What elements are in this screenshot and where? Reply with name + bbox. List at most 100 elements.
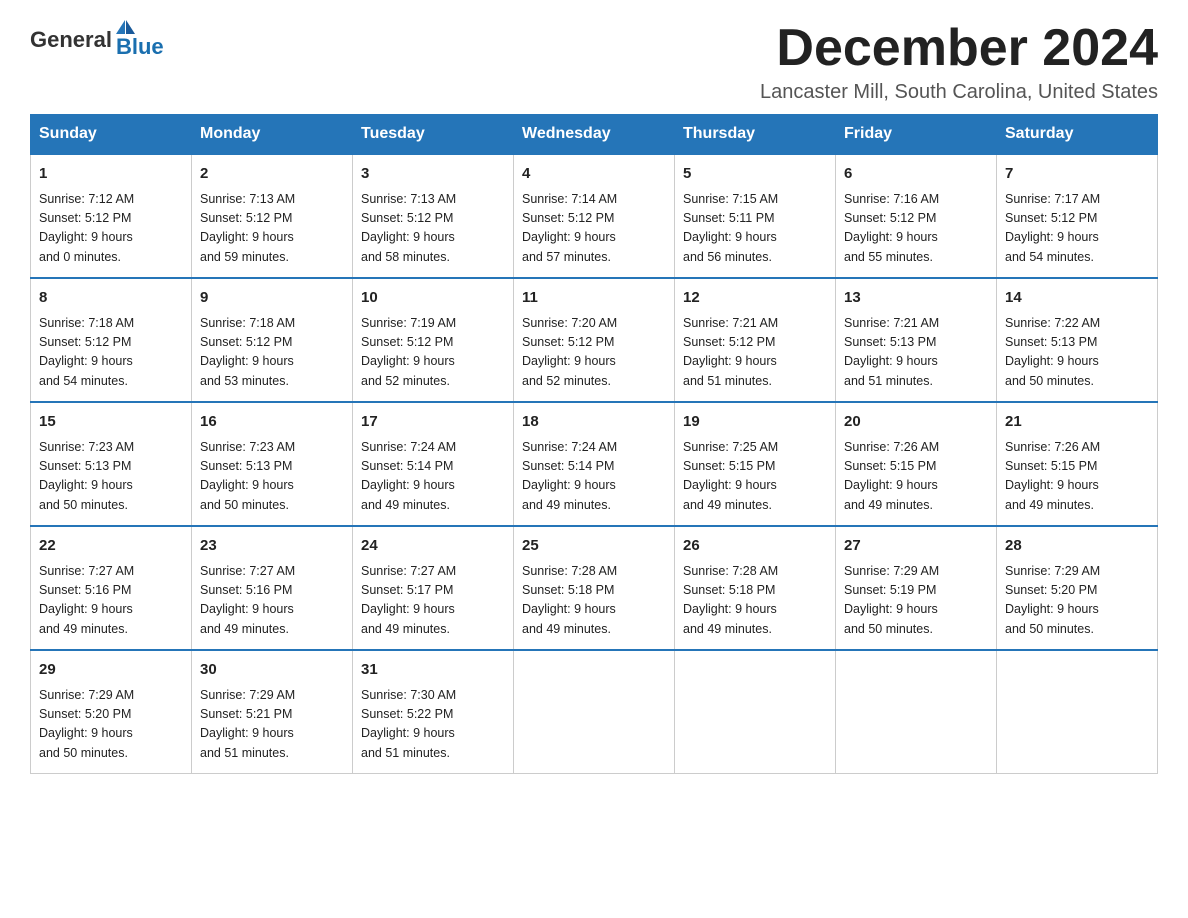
calendar-cell: 30 Sunrise: 7:29 AMSunset: 5:21 PMDayligh… bbox=[192, 650, 353, 774]
logo: General Blue bbox=[30, 20, 164, 60]
day-number: 18 bbox=[522, 411, 666, 434]
calendar-cell: 13 Sunrise: 7:21 AMSunset: 5:13 PMDayligh… bbox=[836, 278, 997, 402]
calendar-cell: 24 Sunrise: 7:27 AMSunset: 5:17 PMDayligh… bbox=[353, 526, 514, 650]
calendar-cell: 4 Sunrise: 7:14 AMSunset: 5:12 PMDaylight… bbox=[514, 154, 675, 278]
day-info: Sunrise: 7:12 AMSunset: 5:12 PMDaylight:… bbox=[39, 190, 183, 268]
logo-general: General bbox=[30, 27, 112, 53]
calendar-cell: 10Sunrise: 7:19 AMSunset: 5:12 PMDayligh… bbox=[353, 278, 514, 402]
calendar-cell bbox=[675, 650, 836, 774]
calendar-cell: 12 Sunrise: 7:21 AMSunset: 5:12 PMDayligh… bbox=[675, 278, 836, 402]
calendar-cell: 22 Sunrise: 7:27 AMSunset: 5:16 PMDayligh… bbox=[31, 526, 192, 650]
calendar-cell: 25 Sunrise: 7:28 AMSunset: 5:18 PMDayligh… bbox=[514, 526, 675, 650]
calendar-week-row: 15 Sunrise: 7:23 AMSunset: 5:13 PMDayligh… bbox=[31, 402, 1158, 526]
day-number: 28 bbox=[1005, 535, 1149, 558]
day-info: Sunrise: 7:27 AMSunset: 5:16 PMDaylight:… bbox=[200, 562, 344, 640]
calendar-cell: 27 Sunrise: 7:29 AMSunset: 5:19 PMDayligh… bbox=[836, 526, 997, 650]
calendar-cell: 23 Sunrise: 7:27 AMSunset: 5:16 PMDayligh… bbox=[192, 526, 353, 650]
day-number: 23 bbox=[200, 535, 344, 558]
day-info: Sunrise: 7:13 AMSunset: 5:12 PMDaylight:… bbox=[200, 190, 344, 268]
day-info: Sunrise: 7:14 AMSunset: 5:12 PMDaylight:… bbox=[522, 190, 666, 268]
title-area: December 2024 Lancaster Mill, South Caro… bbox=[760, 20, 1158, 104]
calendar-cell: 9 Sunrise: 7:18 AMSunset: 5:12 PMDaylight… bbox=[192, 278, 353, 402]
day-number: 7 bbox=[1005, 163, 1149, 186]
col-header-monday: Monday bbox=[192, 115, 353, 155]
day-number: 11 bbox=[522, 287, 666, 310]
day-info: Sunrise: 7:29 AMSunset: 5:20 PMDaylight:… bbox=[1005, 562, 1149, 640]
day-info: Sunrise: 7:28 AMSunset: 5:18 PMDaylight:… bbox=[522, 562, 666, 640]
day-number: 13 bbox=[844, 287, 988, 310]
day-info: Sunrise: 7:29 AMSunset: 5:21 PMDaylight:… bbox=[200, 686, 344, 764]
day-info: Sunrise: 7:27 AMSunset: 5:17 PMDaylight:… bbox=[361, 562, 505, 640]
day-info: Sunrise: 7:22 AMSunset: 5:13 PMDaylight:… bbox=[1005, 314, 1149, 392]
day-info: Sunrise: 7:29 AMSunset: 5:19 PMDaylight:… bbox=[844, 562, 988, 640]
day-info: Sunrise: 7:27 AMSunset: 5:16 PMDaylight:… bbox=[39, 562, 183, 640]
day-info: Sunrise: 7:18 AMSunset: 5:12 PMDaylight:… bbox=[39, 314, 183, 392]
calendar-cell: 29Sunrise: 7:29 AMSunset: 5:20 PMDayligh… bbox=[31, 650, 192, 774]
day-number: 20 bbox=[844, 411, 988, 434]
logo-wordmark: General Blue bbox=[30, 20, 164, 60]
calendar-cell: 17Sunrise: 7:24 AMSunset: 5:14 PMDayligh… bbox=[353, 402, 514, 526]
day-number: 30 bbox=[200, 659, 344, 682]
day-number: 27 bbox=[844, 535, 988, 558]
calendar-cell: 18 Sunrise: 7:24 AMSunset: 5:14 PMDayligh… bbox=[514, 402, 675, 526]
day-info: Sunrise: 7:20 AMSunset: 5:12 PMDaylight:… bbox=[522, 314, 666, 392]
day-number: 1 bbox=[39, 163, 183, 186]
calendar-cell: 28 Sunrise: 7:29 AMSunset: 5:20 PMDayligh… bbox=[997, 526, 1158, 650]
calendar-cell: 8Sunrise: 7:18 AMSunset: 5:12 PMDaylight… bbox=[31, 278, 192, 402]
day-info: Sunrise: 7:17 AMSunset: 5:12 PMDaylight:… bbox=[1005, 190, 1149, 268]
day-info: Sunrise: 7:28 AMSunset: 5:18 PMDaylight:… bbox=[683, 562, 827, 640]
col-header-sunday: Sunday bbox=[31, 115, 192, 155]
day-number: 24 bbox=[361, 535, 505, 558]
location-title: Lancaster Mill, South Carolina, United S… bbox=[760, 81, 1158, 104]
calendar-header-row: SundayMondayTuesdayWednesdayThursdayFrid… bbox=[31, 115, 1158, 155]
day-number: 15 bbox=[39, 411, 183, 434]
day-number: 19 bbox=[683, 411, 827, 434]
day-info: Sunrise: 7:15 AMSunset: 5:11 PMDaylight:… bbox=[683, 190, 827, 268]
day-info: Sunrise: 7:18 AMSunset: 5:12 PMDaylight:… bbox=[200, 314, 344, 392]
calendar-cell: 19 Sunrise: 7:25 AMSunset: 5:15 PMDayligh… bbox=[675, 402, 836, 526]
calendar-week-row: 8Sunrise: 7:18 AMSunset: 5:12 PMDaylight… bbox=[31, 278, 1158, 402]
calendar-cell: 15Sunrise: 7:23 AMSunset: 5:13 PMDayligh… bbox=[31, 402, 192, 526]
day-info: Sunrise: 7:26 AMSunset: 5:15 PMDaylight:… bbox=[844, 438, 988, 516]
day-info: Sunrise: 7:23 AMSunset: 5:13 PMDaylight:… bbox=[200, 438, 344, 516]
day-number: 2 bbox=[200, 163, 344, 186]
day-number: 4 bbox=[522, 163, 666, 186]
day-number: 31 bbox=[361, 659, 505, 682]
day-info: Sunrise: 7:13 AMSunset: 5:12 PMDaylight:… bbox=[361, 190, 505, 268]
calendar-cell: 7 Sunrise: 7:17 AMSunset: 5:12 PMDaylight… bbox=[997, 154, 1158, 278]
day-info: Sunrise: 7:21 AMSunset: 5:12 PMDaylight:… bbox=[683, 314, 827, 392]
day-info: Sunrise: 7:26 AMSunset: 5:15 PMDaylight:… bbox=[1005, 438, 1149, 516]
calendar-week-row: 1 Sunrise: 7:12 AMSunset: 5:12 PMDaylight… bbox=[31, 154, 1158, 278]
logo-blue: Blue bbox=[116, 34, 164, 60]
day-number: 10 bbox=[361, 287, 505, 310]
col-header-friday: Friday bbox=[836, 115, 997, 155]
day-number: 6 bbox=[844, 163, 988, 186]
calendar-cell: 3Sunrise: 7:13 AMSunset: 5:12 PMDaylight… bbox=[353, 154, 514, 278]
calendar-table: SundayMondayTuesdayWednesdayThursdayFrid… bbox=[30, 114, 1158, 774]
day-info: Sunrise: 7:24 AMSunset: 5:14 PMDaylight:… bbox=[522, 438, 666, 516]
day-number: 12 bbox=[683, 287, 827, 310]
calendar-cell: 2 Sunrise: 7:13 AMSunset: 5:12 PMDaylight… bbox=[192, 154, 353, 278]
day-number: 25 bbox=[522, 535, 666, 558]
calendar-cell: 26 Sunrise: 7:28 AMSunset: 5:18 PMDayligh… bbox=[675, 526, 836, 650]
day-number: 22 bbox=[39, 535, 183, 558]
page-header: General Blue December 2024 Lancaster Mil… bbox=[30, 20, 1158, 104]
day-number: 29 bbox=[39, 659, 183, 682]
day-info: Sunrise: 7:30 AMSunset: 5:22 PMDaylight:… bbox=[361, 686, 505, 764]
day-number: 26 bbox=[683, 535, 827, 558]
day-info: Sunrise: 7:16 AMSunset: 5:12 PMDaylight:… bbox=[844, 190, 988, 268]
day-number: 9 bbox=[200, 287, 344, 310]
calendar-cell: 21Sunrise: 7:26 AMSunset: 5:15 PMDayligh… bbox=[997, 402, 1158, 526]
day-info: Sunrise: 7:25 AMSunset: 5:15 PMDaylight:… bbox=[683, 438, 827, 516]
day-number: 14 bbox=[1005, 287, 1149, 310]
calendar-cell bbox=[836, 650, 997, 774]
calendar-week-row: 29Sunrise: 7:29 AMSunset: 5:20 PMDayligh… bbox=[31, 650, 1158, 774]
calendar-cell: 11 Sunrise: 7:20 AMSunset: 5:12 PMDayligh… bbox=[514, 278, 675, 402]
col-header-tuesday: Tuesday bbox=[353, 115, 514, 155]
calendar-week-row: 22 Sunrise: 7:27 AMSunset: 5:16 PMDayligh… bbox=[31, 526, 1158, 650]
calendar-cell: 6 Sunrise: 7:16 AMSunset: 5:12 PMDaylight… bbox=[836, 154, 997, 278]
day-info: Sunrise: 7:21 AMSunset: 5:13 PMDaylight:… bbox=[844, 314, 988, 392]
calendar-cell: 14 Sunrise: 7:22 AMSunset: 5:13 PMDayligh… bbox=[997, 278, 1158, 402]
calendar-cell bbox=[514, 650, 675, 774]
calendar-cell bbox=[997, 650, 1158, 774]
